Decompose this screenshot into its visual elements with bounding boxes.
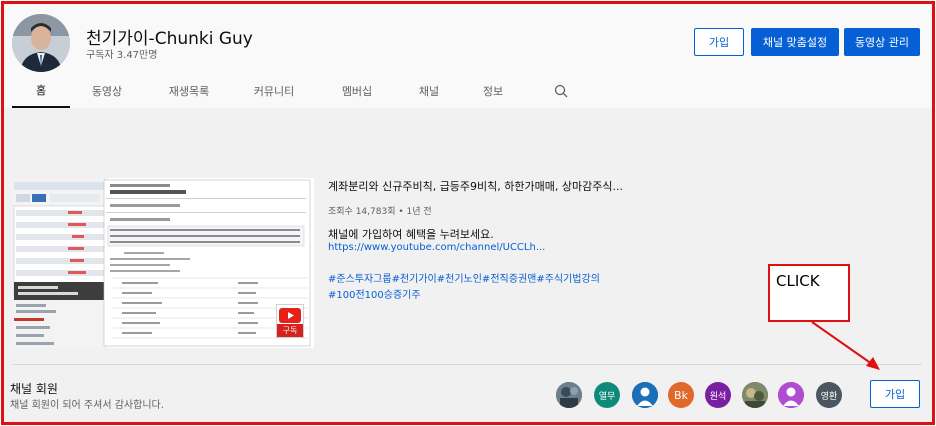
member-avatar[interactable]: Bk <box>668 382 694 408</box>
join-button[interactable]: 가입 <box>694 28 744 56</box>
channel-avatar[interactable] <box>12 14 70 72</box>
members-join-button[interactable]: 가입 <box>870 380 920 408</box>
channel-header: 천기가이-Chunki Guy 구독자 3.47만명 가입 채널 맞춤설정 동영… <box>4 4 932 108</box>
manage-videos-button[interactable]: 동영상 관리 <box>844 28 920 56</box>
member-avatar[interactable] <box>742 382 768 408</box>
tab-videos[interactable]: 동영상 <box>78 74 136 108</box>
channel-tabs: 홈 동영상 재생목록 커뮤니티 멤버십 채널 정보 <box>8 74 608 108</box>
member-avatar[interactable] <box>556 382 582 408</box>
tab-playlists[interactable]: 재생목록 <box>156 74 222 108</box>
subscriber-count: 구독자 3.47만명 <box>86 50 158 61</box>
tab-about[interactable]: 정보 <box>470 74 516 108</box>
member-avatar[interactable]: 영환 <box>816 382 842 408</box>
members-section-subtitle: 채널 회원이 되어 주셔서 감사합니다. <box>10 400 164 411</box>
play-icon <box>279 308 301 323</box>
annotation-label: CLICK <box>776 272 820 290</box>
subscribe-badge-label: 구독 <box>277 324 303 337</box>
featured-video-meta: 조회수 14,783회 • 1년 전 <box>328 207 432 217</box>
search-icon[interactable] <box>546 74 576 108</box>
member-avatar[interactable]: 원석 <box>705 382 731 408</box>
featured-video-thumbnail[interactable]: 구독 <box>12 178 314 348</box>
member-avatar[interactable] <box>632 382 658 408</box>
featured-video-description: 채널에 가입하여 혜택을 누려보세요. <box>328 228 494 241</box>
members-section-title: 채널 회원 <box>10 382 58 396</box>
member-avatar[interactable] <box>778 382 804 408</box>
hashtags-line-1[interactable]: #준스투자그룹#천기가이#천기노인#전직증권맨#주식기법강의 <box>328 270 600 285</box>
customize-channel-button[interactable]: 채널 맞춤설정 <box>751 28 839 56</box>
featured-video-title[interactable]: 계좌분리와 신규주비칙, 급등주9비칙, 하한가매매, 상마감주식... <box>328 178 623 194</box>
tab-channels[interactable]: 채널 <box>406 74 452 108</box>
tab-community[interactable]: 커뮤니티 <box>240 74 308 108</box>
section-divider <box>12 364 922 365</box>
subscribe-badge: 구독 <box>276 304 304 338</box>
member-avatar[interactable]: 열무 <box>594 382 620 408</box>
tab-membership[interactable]: 멤버십 <box>328 74 386 108</box>
hashtags-line-2[interactable]: #100전100승증기주 <box>328 286 421 301</box>
tab-home[interactable]: 홈 <box>12 74 70 108</box>
channel-link[interactable]: https://www.youtube.com/channel/UCCLh... <box>328 242 545 253</box>
